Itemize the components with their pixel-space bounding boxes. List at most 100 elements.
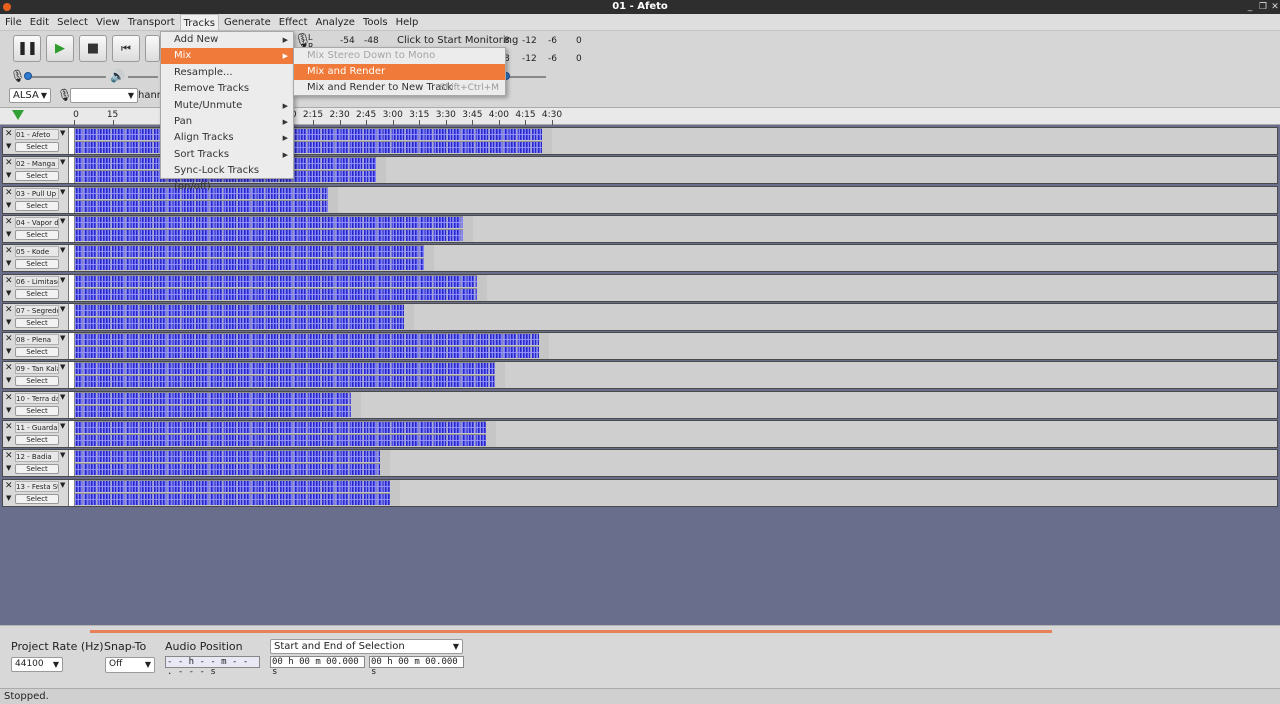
selection-end-field[interactable]: 00 h 00 m 00.000 s <box>369 656 464 677</box>
close-track-icon[interactable]: ✕ <box>5 422 13 432</box>
snap-to-select[interactable]: Off ▼ <box>105 657 155 673</box>
menu-generate[interactable]: Generate <box>221 14 274 30</box>
menu-select[interactable]: Select <box>54 14 91 30</box>
menu-transport[interactable]: Transport <box>125 14 178 30</box>
track-name-menu[interactable]: 09 - Tan Kala <box>15 363 59 375</box>
track-select-button[interactable]: Select <box>15 405 59 416</box>
track-name-menu[interactable]: 12 - Badia <box>15 451 59 463</box>
close-track-icon[interactable]: ✕ <box>5 276 13 286</box>
menu-help[interactable]: Help <box>393 14 422 30</box>
track-select-button[interactable]: Select <box>15 376 59 387</box>
skip-to-start-button[interactable]: ⏮ <box>112 35 140 62</box>
playback-volume-slider[interactable] <box>128 76 158 78</box>
track-name-menu[interactable]: 13 - Festa St <box>15 480 59 492</box>
close-track-icon[interactable]: ✕ <box>5 393 13 403</box>
tracks-area[interactable]: ✕ 01 - Afeto ▼ ▼ Select ✕ 02 - Manga ▼ ▼… <box>0 125 1280 625</box>
close-track-icon[interactable]: ✕ <box>5 305 13 315</box>
waveform[interactable] <box>75 421 486 447</box>
track-name-menu[interactable]: 04 - Vapor da <box>15 216 59 228</box>
recording-device-select[interactable]: ▼ <box>70 88 138 103</box>
skip-to-end-button[interactable] <box>145 35 160 62</box>
waveform[interactable] <box>75 215 463 242</box>
track-name-menu[interactable]: 07 - Segredo <box>15 304 59 316</box>
audio-track[interactable]: ✕ 06 - Limitaso ▼ ▼ Select <box>2 273 1278 302</box>
pause-button[interactable]: ❚❚ <box>13 35 41 62</box>
tracks-menu-item-remove-tracks[interactable]: Remove Tracks <box>161 81 293 97</box>
collapse-track-icon[interactable]: ▼ <box>6 376 11 384</box>
waveform[interactable] <box>75 333 539 359</box>
tracks-menu-item-sort-tracks[interactable]: Sort Tracks ▶ <box>161 147 293 163</box>
project-rate-select[interactable]: 44100 ▼ <box>11 657 63 672</box>
track-menu-chevron-icon[interactable]: ▼ <box>60 363 65 371</box>
playhead-icon[interactable] <box>12 110 24 120</box>
collapse-track-icon[interactable]: ▼ <box>6 435 11 443</box>
audio-track[interactable]: ✕ 07 - Segredo ▼ ▼ Select <box>2 302 1278 331</box>
audio-position-field[interactable]: - - h - - m - - . - - - s <box>165 656 260 677</box>
track-name-menu[interactable]: 10 - Terra da <box>15 392 59 404</box>
track-select-button[interactable]: Select <box>15 493 59 504</box>
minimize-icon[interactable]: _ <box>1243 0 1257 14</box>
track-menu-chevron-icon[interactable]: ▼ <box>60 393 65 401</box>
waveform[interactable] <box>75 479 391 506</box>
menu-edit[interactable]: Edit <box>27 14 52 30</box>
waveform[interactable] <box>75 362 495 388</box>
close-track-icon[interactable]: ✕ <box>5 334 13 344</box>
collapse-track-icon[interactable]: ▼ <box>6 406 11 414</box>
audio-track[interactable]: ✕ 09 - Tan Kala ▼ ▼ Select <box>2 361 1278 390</box>
track-menu-chevron-icon[interactable]: ▼ <box>60 188 65 196</box>
audio-track[interactable]: ✕ 13 - Festa St ▼ ▼ Select <box>2 478 1278 507</box>
audio-track[interactable]: ✕ 11 - Guardar ▼ ▼ Select <box>2 420 1278 448</box>
collapse-track-icon[interactable]: ▼ <box>6 289 11 297</box>
track-name-menu[interactable]: 01 - Afeto <box>15 129 59 140</box>
recording-volume-slider[interactable] <box>28 76 106 78</box>
stop-button[interactable]: ■ <box>79 35 107 62</box>
selection-mode-select[interactable]: Start and End of Selection ▼ <box>270 639 463 654</box>
collapse-track-icon[interactable]: ▼ <box>6 494 11 502</box>
mix-menu-item-mix-and-render-to-new-track[interactable]: Mix and Render to New Track Shift+Ctrl+M <box>294 80 505 96</box>
close-track-icon[interactable]: ✕ <box>5 481 13 491</box>
track-name-menu[interactable]: 08 - Plena <box>15 334 59 346</box>
waveform[interactable] <box>75 128 543 154</box>
tracks-menu-item-mix[interactable]: Mix ▶ <box>161 48 293 65</box>
track-select-button[interactable]: Select <box>15 142 59 152</box>
track-select-button[interactable]: Select <box>15 171 59 182</box>
track-menu-chevron-icon[interactable]: ▼ <box>60 451 65 459</box>
close-track-icon[interactable]: ✕ <box>5 188 13 198</box>
track-menu-chevron-icon[interactable]: ▼ <box>60 481 65 489</box>
close-icon[interactable]: ✕ <box>1268 0 1280 14</box>
collapse-track-icon[interactable]: ▼ <box>6 171 11 179</box>
collapse-track-icon[interactable]: ▼ <box>6 318 11 326</box>
track-select-button[interactable]: Select <box>15 200 59 211</box>
playback-speed-slider[interactable] <box>506 76 546 78</box>
tracks-menu-item-mute-unmute[interactable]: Mute/Unmute ▶ <box>161 98 293 114</box>
track-menu-chevron-icon[interactable]: ▼ <box>60 334 65 342</box>
start-monitoring-text[interactable]: Click to Start Monitoring <box>397 35 518 46</box>
collapse-track-icon[interactable]: ▼ <box>6 201 11 209</box>
collapse-track-icon[interactable]: ▼ <box>6 347 11 355</box>
audio-track[interactable]: ✕ 12 - Badia ▼ ▼ Select <box>2 449 1278 478</box>
track-menu-chevron-icon[interactable]: ▼ <box>60 422 65 430</box>
tracks-menu-item-sync-lock-tracks-on-off[interactable]: Sync-Lock Tracks (on/off) <box>161 163 293 192</box>
track-menu-chevron-icon[interactable]: ▼ <box>60 129 65 137</box>
tracks-menu-item-pan[interactable]: Pan ▶ <box>161 114 293 130</box>
audio-track[interactable]: ✕ 04 - Vapor da ▼ ▼ Select <box>2 214 1278 243</box>
collapse-track-icon[interactable]: ▼ <box>6 230 11 238</box>
tracks-menu-item-add-new[interactable]: Add New ▶ <box>161 32 293 48</box>
track-select-button[interactable]: Select <box>15 229 59 240</box>
menu-view[interactable]: View <box>93 14 123 30</box>
track-name-menu[interactable]: 11 - Guardar <box>15 422 59 433</box>
collapse-track-icon[interactable]: ▼ <box>6 464 11 472</box>
track-name-menu[interactable]: 06 - Limitaso <box>15 275 59 287</box>
audio-track[interactable]: ✕ 10 - Terra da ▼ ▼ Select <box>2 390 1278 419</box>
close-track-icon[interactable]: ✕ <box>5 363 13 373</box>
recording-volume-knob[interactable] <box>24 72 32 80</box>
track-menu-chevron-icon[interactable]: ▼ <box>60 305 65 313</box>
waveform[interactable] <box>75 245 424 271</box>
close-track-icon[interactable]: ✕ <box>5 129 13 139</box>
tracks-menu-item-align-tracks[interactable]: Align Tracks ▶ <box>161 130 293 146</box>
menu-effect[interactable]: Effect <box>276 14 311 30</box>
track-select-button[interactable]: Select <box>15 288 59 299</box>
track-menu-chevron-icon[interactable]: ▼ <box>60 246 65 254</box>
waveform[interactable] <box>75 391 352 418</box>
track-name-menu[interactable]: 02 - Manga <box>15 158 59 170</box>
